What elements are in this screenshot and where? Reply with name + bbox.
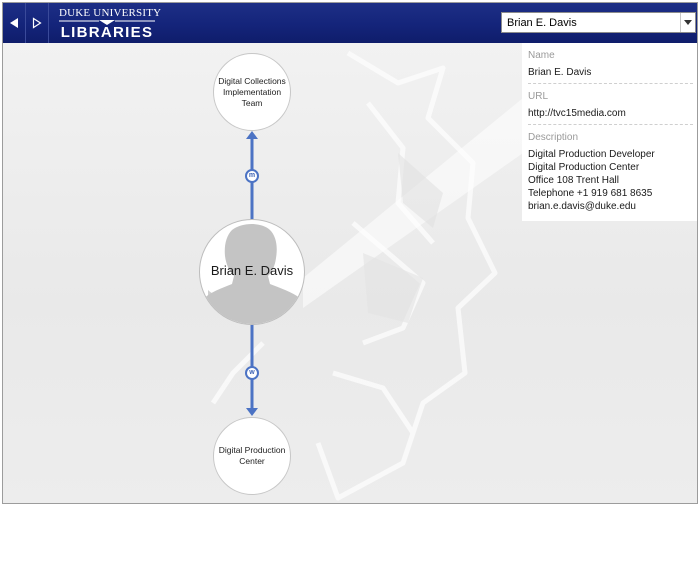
node-label: Digital Collections Implementation Team [218,75,286,108]
relation-badge-w[interactable]: w [245,366,259,380]
divider [528,83,693,84]
duke-libraries-logo: DUKE UNIVERSITY LIBRARIES [59,7,162,41]
node-label: Digital Production Center [218,445,286,466]
name-value: Brian E. Davis [528,67,592,78]
description-line: Digital Production Developer [528,149,655,160]
node-label: Brian E. Davis [210,262,294,278]
description-line: Office 108 Trent Hall [528,175,619,186]
triangle-right-outline-icon [32,17,42,29]
chevron-down-icon [680,13,695,32]
description-line: Digital Production Center [528,162,640,173]
info-panel: Name Brian E. Davis URL http://tvc15medi… [522,43,697,221]
graph-node-digital-production-center[interactable]: Digital Production Center [213,417,291,495]
header-bar: DUKE UNIVERSITY LIBRARIES Brian E. Davis [3,3,697,43]
logo-top-text: DUKE UNIVERSITY [59,7,162,19]
divider [528,124,693,125]
description-label: Description [528,132,579,143]
url-link[interactable]: http://tvc15media.com [528,108,697,119]
forward-button[interactable] [26,3,49,43]
info-section-name: Name Brian E. Davis [522,50,697,78]
description-line: Telephone +1 919 681 8635 [528,188,653,199]
app-window: DUKE UNIVERSITY LIBRARIES Brian E. Davis [2,2,698,504]
graph-node-digital-collections-team[interactable]: Digital Collections Implementation Team [213,53,291,131]
info-section-url: URL http://tvc15media.com [522,91,697,119]
info-section-description: Description Digital Production Developer… [522,132,697,213]
name-label: Name [528,50,555,61]
person-select[interactable]: Brian E. Davis [501,12,696,33]
triangle-left-icon [10,18,18,28]
person-select-value: Brian E. Davis [507,17,577,29]
url-label: URL [528,91,549,102]
back-button[interactable] [3,3,26,43]
relation-badge-m[interactable]: m [245,169,259,183]
graph-node-person[interactable]: Brian E. Davis [199,219,305,325]
description-email: brian.e.davis@duke.edu [528,201,636,212]
logo-bottom-text: LIBRARIES [60,24,154,41]
